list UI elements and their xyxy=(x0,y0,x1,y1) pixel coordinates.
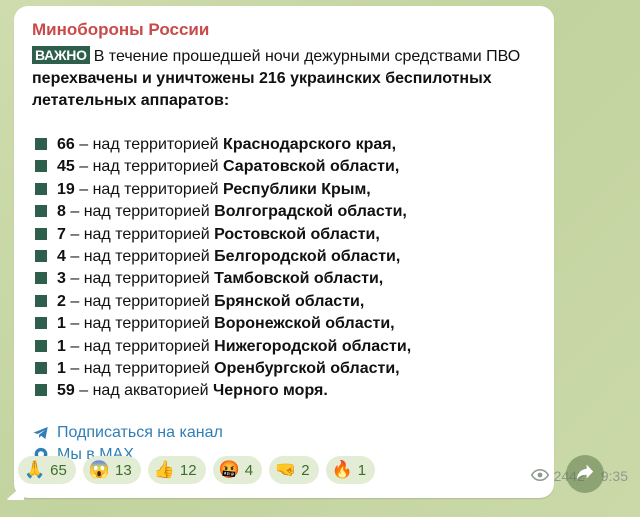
fist-emoji-icon: 🤜 xyxy=(275,460,297,479)
angry-emoji-icon: 🤬 xyxy=(218,460,240,479)
reaction-fire[interactable]: 🔥 1 xyxy=(325,456,376,484)
message-intro: ВАЖНО В течение прошедшей ночи дежурными … xyxy=(32,46,538,112)
message-bubble: Минобороны России ВАЖНО В течение прошедш… xyxy=(14,6,554,498)
subscribe-link[interactable]: Подписаться на канал xyxy=(32,422,538,444)
list-item: 1 – над территорией Воронежской области, xyxy=(32,313,538,335)
message-time: 9:35 xyxy=(600,468,628,484)
list-item: 45 – над территорией Саратовской области… xyxy=(32,156,538,178)
eye-icon xyxy=(530,468,549,484)
telegram-plane-icon xyxy=(32,424,50,442)
list-item: 4 – над территорией Белгородской области… xyxy=(32,246,538,268)
square-bullet-icon xyxy=(35,339,47,352)
list-item: 19 – над территорией Республики Крым, xyxy=(32,179,538,201)
square-bullet-icon xyxy=(35,317,47,330)
square-bullet-icon xyxy=(35,250,47,263)
share-arrow-icon xyxy=(575,463,595,486)
intro-plain-text: В течение прошедшей ночи дежурными средс… xyxy=(93,48,521,65)
reaction-fist[interactable]: 🤜 2 xyxy=(269,456,319,484)
square-bullet-icon xyxy=(35,362,47,375)
list-item: 1 – над территорией Оренбургской области… xyxy=(32,358,538,380)
interception-list: 66 – над территорией Краснодарского края… xyxy=(32,134,538,403)
list-item: 3 – над территорией Тамбовской области, xyxy=(32,268,538,290)
reaction-pray[interactable]: 🙏 65 xyxy=(18,456,76,484)
pray-emoji-icon: 🙏 xyxy=(24,460,46,479)
list-item: 8 – над территорией Волгоградской област… xyxy=(32,201,538,223)
square-bullet-icon xyxy=(35,160,47,173)
square-bullet-icon xyxy=(35,138,47,150)
square-bullet-icon xyxy=(35,227,47,240)
fire-emoji-icon: 🔥 xyxy=(331,460,353,479)
list-item: 2 – над территорией Брянской области, xyxy=(32,291,538,313)
square-bullet-icon xyxy=(35,272,47,285)
square-bullet-icon xyxy=(35,384,47,397)
list-item: 66 – над территорией Краснодарского края… xyxy=(32,134,538,156)
list-item: 1 – над территорией Нижегородской област… xyxy=(32,336,538,358)
thumbs-up-emoji-icon: 👍 xyxy=(153,460,175,479)
reactions-bar: 🙏 65 😱 13 👍 12 🤬 4 🤜 2 🔥 1 xyxy=(18,456,376,484)
scream-emoji-icon: 😱 xyxy=(88,460,111,479)
list-item: 7 – над территорией Ростовской области, xyxy=(32,224,538,246)
reaction-thumbs-up[interactable]: 👍 12 xyxy=(147,456,206,484)
share-button[interactable] xyxy=(566,455,604,493)
reaction-angry[interactable]: 🤬 4 xyxy=(212,456,263,484)
channel-name[interactable]: Минобороны России xyxy=(32,20,538,40)
square-bullet-icon xyxy=(35,182,47,195)
square-bullet-icon xyxy=(35,294,47,307)
square-bullet-icon xyxy=(35,205,47,218)
reaction-scream[interactable]: 😱 13 xyxy=(82,456,141,484)
list-item: 59 – над акваторией Черного моря. xyxy=(32,380,538,402)
important-badge: ВАЖНО xyxy=(32,46,90,64)
intro-bold-text: перехвачены и уничтожены 216 украинских … xyxy=(32,70,492,109)
